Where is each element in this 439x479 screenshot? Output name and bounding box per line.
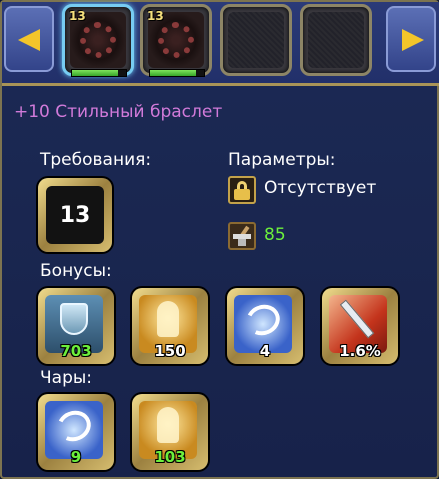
bonus-slot[interactable]: 150 <box>132 288 208 364</box>
next-arrow-button[interactable] <box>386 6 436 72</box>
bonuses-label: Бонусы: <box>40 261 112 281</box>
equipment-slot-2[interactable]: 13 <box>140 4 212 76</box>
slot-level: 13 <box>147 9 164 23</box>
bonus-value: 4 <box>259 342 271 360</box>
bonus-value: 150 <box>154 342 186 360</box>
slot-level: 13 <box>69 9 86 23</box>
equipment-slot-1[interactable]: 13 <box>62 4 134 76</box>
lock-icon <box>228 176 256 204</box>
required-level-value: 13 <box>46 186 104 244</box>
empty-slot <box>308 12 364 68</box>
bonus-value: 1.6% <box>339 342 381 360</box>
enchant-slot[interactable]: 9 <box>38 394 114 470</box>
durability-value: 85 <box>264 225 286 245</box>
slot-durability-bar <box>149 69 205 77</box>
empty-slot <box>228 12 284 68</box>
arrow-right-icon <box>402 29 424 51</box>
item-title: +10 Стильный браслет <box>14 102 223 122</box>
enchant-slot[interactable]: 103 <box>132 394 208 470</box>
required-level-badge: 13 <box>38 178 112 252</box>
slot-durability-bar <box>71 69 127 77</box>
enchant-value: 103 <box>154 448 186 466</box>
bind-status: Отсутствует <box>264 178 377 198</box>
params-label: Параметры: <box>228 150 336 170</box>
requirements-label: Требования: <box>40 150 152 170</box>
arrow-left-icon <box>18 29 40 51</box>
bonus-slot[interactable]: 4 <box>227 288 303 364</box>
equipment-slot-4[interactable] <box>300 4 372 76</box>
equipment-slot-3[interactable] <box>220 4 292 76</box>
bonus-slot[interactable]: 703 <box>38 288 114 364</box>
item-tooltip-panel: 13 13 +10 Стильный браслет Требования: 1… <box>0 0 439 479</box>
enchant-value: 9 <box>70 448 82 466</box>
bonus-value: 703 <box>60 342 92 360</box>
enchant-label: Чары: <box>40 368 93 388</box>
bonus-slot[interactable]: 1.6% <box>322 288 398 364</box>
anvil-icon <box>228 222 256 250</box>
slot-bar: 13 13 <box>2 2 439 86</box>
prev-arrow-button[interactable] <box>4 6 54 72</box>
